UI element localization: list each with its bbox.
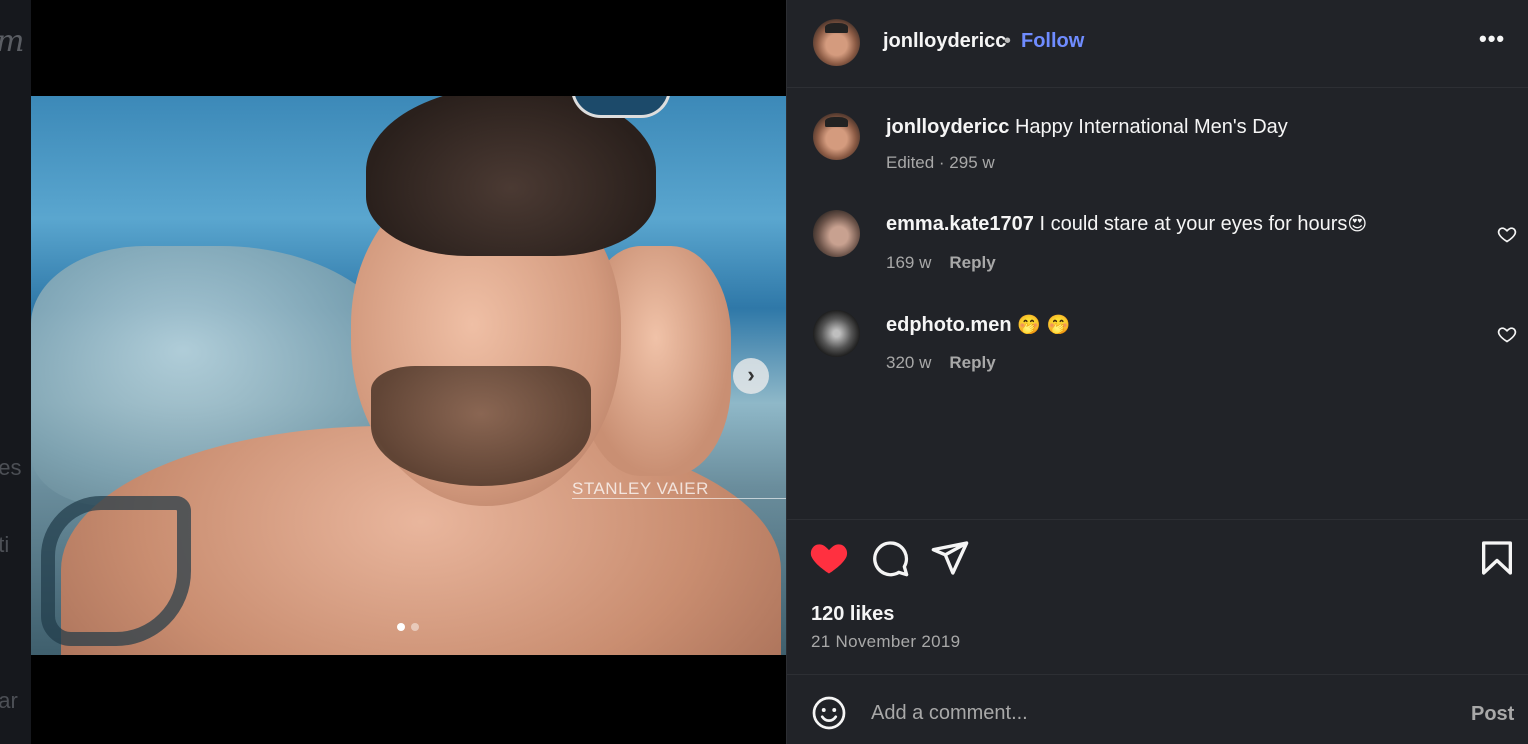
more-options-icon[interactable]: •••: [1479, 26, 1505, 52]
actions-divider: [787, 519, 1528, 520]
sidebar-item-fragment[interactable]: oar: [0, 688, 18, 714]
photo-tattoo: [41, 496, 191, 646]
photo-hair: [366, 96, 656, 256]
commenter-avatar[interactable]: [813, 310, 860, 357]
comment-input[interactable]: [871, 695, 1431, 731]
comment-composer: Post: [787, 674, 1528, 744]
post-media: STANLEY VAIER ›: [31, 0, 786, 744]
watermark-underline: [572, 498, 786, 499]
comment-body: edphoto.men 🤭 🤭: [886, 313, 1070, 337]
post-comment-button[interactable]: Post: [1471, 703, 1514, 726]
caption-meta: Edited · 295 w: [886, 153, 995, 172]
caption: jonlloydericc Happy International Men's …: [886, 116, 1288, 139]
carousel-dot-active: [397, 623, 405, 631]
author-username[interactable]: jonlloydericc: [883, 30, 1006, 53]
sidebar-item-fragment[interactable]: ges: [0, 455, 21, 481]
commenter-avatar[interactable]: [813, 210, 860, 257]
comment-like-heart-icon[interactable]: [1497, 324, 1517, 344]
follow-button[interactable]: Follow: [1021, 30, 1084, 53]
sidebar-item-fragment[interactable]: ati: [0, 532, 9, 558]
comment-text: I could stare at your eyes for hours: [1039, 213, 1348, 235]
emoji-picker-icon[interactable]: [811, 695, 847, 731]
photo-watermark: STANLEY VAIER: [572, 479, 709, 498]
likes-count[interactable]: 120 likes: [811, 603, 894, 626]
save-bookmark-icon[interactable]: [1477, 538, 1517, 578]
carousel-dot: [411, 623, 419, 631]
header-separator: •: [1004, 30, 1012, 52]
share-send-icon[interactable]: [930, 538, 970, 578]
post-header: jonlloydericc • Follow •••: [787, 0, 1528, 88]
comment-emoji: 🤭 🤭: [1017, 314, 1071, 336]
comment-age: 169 w: [886, 253, 932, 272]
reply-button[interactable]: Reply: [949, 253, 995, 272]
comment-username[interactable]: edphoto.men: [886, 314, 1012, 336]
instagram-logo-fragment[interactable]: m: [0, 24, 24, 59]
photo-beard: [371, 366, 591, 486]
caption-username[interactable]: jonlloydericc: [886, 116, 1009, 138]
author-avatar[interactable]: [813, 19, 860, 66]
comment-icon[interactable]: [870, 538, 910, 578]
caption-text: Happy International Men's Day: [1014, 116, 1288, 138]
comment-body: emma.kate1707 I could stare at your eyes…: [886, 213, 1367, 236]
post-photo[interactable]: [31, 96, 786, 655]
like-heart-icon[interactable]: [809, 538, 849, 578]
caption-avatar[interactable]: [813, 113, 860, 160]
sidebar-strip: m n e ges ati oar: [0, 0, 31, 744]
carousel-next-button[interactable]: ›: [733, 358, 769, 394]
post-detail-panel: jonlloydericc • Follow ••• jonlloydericc…: [786, 0, 1528, 744]
comment-age: 320 w: [886, 353, 932, 372]
comment-meta: 320 w Reply: [886, 353, 996, 373]
comment-meta: 169 w Reply: [886, 253, 996, 273]
comment-like-heart-icon[interactable]: [1497, 224, 1517, 244]
carousel-indicator: [397, 623, 419, 631]
post-date[interactable]: 21 November 2019: [811, 632, 960, 652]
comment-username[interactable]: emma.kate1707: [886, 213, 1034, 235]
comment-emoji: 😍: [1347, 213, 1368, 235]
reply-button[interactable]: Reply: [949, 353, 995, 372]
